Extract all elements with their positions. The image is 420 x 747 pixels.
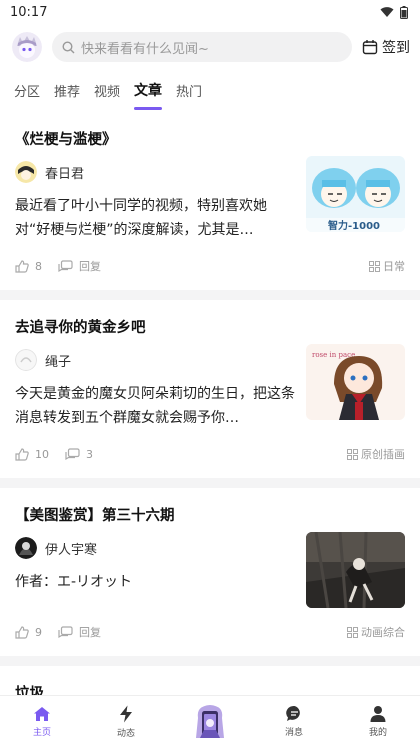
comment-icon — [65, 447, 80, 460]
article-excerpt: 最近看了叶小十同学的视频，特别喜欢她对“好梗与烂梗”的深度解读，尤其是… — [15, 198, 267, 238]
grid-icon — [347, 626, 358, 638]
nav-feed[interactable]: 动态 — [84, 696, 168, 747]
article-tag[interactable]: 日常 — [369, 258, 405, 274]
profile-icon — [370, 706, 386, 722]
like-button[interactable]: 8 — [15, 260, 42, 273]
nav-messages[interactable]: 消息 — [252, 696, 336, 747]
tag-label: 原创插画 — [361, 448, 405, 461]
article-footer: 10 3 原创插画 — [15, 430, 405, 478]
thumbs-up-icon — [15, 259, 29, 273]
article-author[interactable]: 伊人宇寒 — [15, 530, 296, 566]
home-icon — [34, 706, 50, 721]
article-title[interactable]: 【美图鉴赏】第三十六期 — [15, 488, 405, 530]
thumb-caption: 智力-1000 — [328, 219, 380, 232]
grid-icon — [347, 448, 358, 460]
user-avatar[interactable] — [12, 32, 42, 62]
article-thumbnail[interactable] — [306, 532, 405, 608]
article-thumbnail[interactable]: 智力-1000 — [306, 156, 405, 232]
search-icon — [62, 40, 75, 53]
article-thumbnail[interactable]: rose in pace — [306, 344, 405, 420]
article-card[interactable]: 【美图鉴赏】第三十六期 伊人宇寒 作者：エ-リオット 9 回复 动画综合 — [0, 488, 420, 656]
tab-articles[interactable]: 文章 — [134, 80, 163, 112]
battery-icon — [400, 5, 408, 19]
comment-count: 回复 — [79, 626, 101, 639]
search-bar[interactable]: 快来看看有什么见闻~ — [52, 32, 352, 62]
article-card[interactable]: 垃圾 — [0, 666, 420, 695]
article-title[interactable]: 垃圾 — [15, 666, 405, 695]
bottom-navigation: 主页 动态 消息 我的 — [0, 695, 420, 747]
grid-icon — [369, 260, 380, 272]
like-count: 8 — [35, 259, 42, 273]
tab-hot[interactable]: 热门 — [176, 81, 202, 112]
article-footer: 9 回复 动画综合 — [15, 608, 405, 656]
author-name: 伊人宇寒 — [45, 542, 98, 558]
nav-mascot[interactable] — [168, 696, 252, 747]
article-card[interactable]: 《烂梗与滥梗》 春日君 最近看了叶小十同学的视频，特别喜欢她对“好梗与烂梗”的深… — [0, 112, 420, 290]
tag-label: 日常 — [383, 260, 405, 273]
nav-home[interactable]: 主页 — [0, 696, 84, 747]
article-feed: 《烂梗与滥梗》 春日君 最近看了叶小十同学的视频，特别喜欢她对“好梗与烂梗”的深… — [0, 112, 420, 695]
author-name: 春日君 — [45, 166, 85, 182]
author-avatar[interactable] — [15, 537, 37, 559]
thumbs-up-icon — [15, 625, 29, 639]
article-footer: 8 回复 日常 — [15, 242, 405, 290]
like-button[interactable]: 9 — [15, 626, 42, 639]
author-name: 绳子 — [45, 354, 72, 370]
article-title[interactable]: 《烂梗与滥梗》 — [15, 112, 405, 154]
article-tag[interactable]: 原创插画 — [347, 446, 405, 462]
tab-video[interactable]: 视频 — [94, 81, 120, 112]
lightning-icon — [120, 705, 132, 722]
comment-icon — [58, 259, 73, 272]
mascot-icon — [196, 704, 224, 738]
checkin-label: 签到 — [382, 40, 410, 56]
comment-count: 3 — [86, 447, 93, 461]
author-avatar[interactable] — [15, 161, 37, 183]
calendar-icon — [362, 40, 378, 55]
author-avatar[interactable] — [15, 349, 37, 371]
like-count: 10 — [35, 447, 49, 461]
wifi-icon — [380, 7, 394, 17]
nav-profile[interactable]: 我的 — [336, 696, 420, 747]
like-button[interactable]: 10 — [15, 448, 49, 461]
status-bar: 10:17 — [0, 0, 420, 24]
status-time: 10:17 — [10, 4, 48, 20]
comment-button[interactable]: 3 — [65, 448, 93, 461]
nav-feed-label: 动态 — [116, 728, 135, 739]
search-placeholder: 快来看看有什么见闻~ — [81, 41, 209, 57]
comment-button[interactable]: 回复 — [58, 624, 101, 640]
category-tabs: 分区 推荐 视频 文章 热门 — [0, 70, 420, 112]
article-title[interactable]: 去追寻你的黄金乡吧 — [15, 300, 405, 342]
tab-recommend[interactable]: 推荐 — [54, 81, 80, 112]
checkin-button[interactable]: 签到 — [362, 37, 410, 57]
article-author[interactable]: 春日君 — [15, 154, 296, 190]
article-author[interactable]: 绳子 — [15, 342, 296, 378]
like-count: 9 — [35, 625, 42, 639]
comment-icon — [58, 625, 73, 638]
article-excerpt: 今天是黄金的魔女贝阿朵莉切的生日，把这条消息转发到五个群魔女就会赐予你… — [15, 386, 295, 426]
article-excerpt: 作者：エ-リオット — [15, 574, 133, 590]
nav-messages-label: 消息 — [284, 728, 303, 738]
chat-icon — [285, 705, 300, 721]
nav-home-label: 主页 — [32, 727, 51, 738]
nav-profile-label: 我的 — [368, 728, 387, 738]
tag-label: 动画综合 — [361, 626, 405, 639]
comment-button[interactable]: 回复 — [58, 258, 101, 274]
top-header: 快来看看有什么见闻~ 签到 — [0, 24, 420, 70]
article-tag[interactable]: 动画综合 — [347, 624, 405, 640]
thumbs-up-icon — [15, 447, 29, 461]
article-card[interactable]: 去追寻你的黄金乡吧 绳子 今天是黄金的魔女贝阿朵莉切的生日，把这条消息转发到五个… — [0, 300, 420, 478]
status-icons — [380, 5, 408, 19]
tab-zones[interactable]: 分区 — [14, 81, 40, 112]
comment-count: 回复 — [79, 260, 101, 273]
